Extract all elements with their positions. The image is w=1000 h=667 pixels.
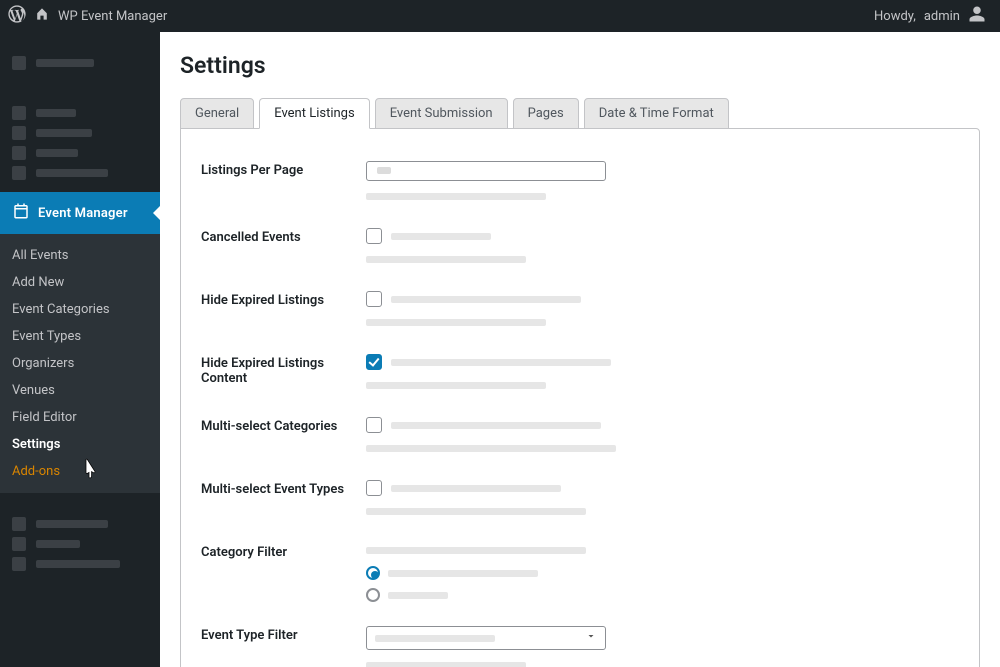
- tab-event-submission[interactable]: Event Submission: [375, 98, 508, 129]
- page-title: Settings: [180, 52, 980, 79]
- ms-categories-checkbox[interactable]: [366, 417, 382, 433]
- cancelled-events-checkbox[interactable]: [366, 228, 382, 244]
- category-filter-radio-1[interactable]: [366, 566, 380, 580]
- home-icon[interactable]: [34, 6, 50, 26]
- submenu-event-categories[interactable]: Event Categories: [0, 296, 160, 323]
- label-event-type-filter: Event Type Filter: [201, 626, 366, 643]
- sidebar-active-label: Event Manager: [38, 206, 128, 221]
- label-listings-per-page: Listings Per Page: [201, 161, 366, 178]
- user-icon: [968, 5, 986, 27]
- settings-panel: Listings Per Page Cancelled Events Hide …: [180, 128, 980, 667]
- howdy-text: Howdy,: [874, 9, 916, 24]
- submenu-event-types[interactable]: Event Types: [0, 323, 160, 350]
- label-ms-categories: Multi-select Categories: [201, 417, 366, 434]
- admin-bar: WP Event Manager Howdy, admin: [0, 0, 1000, 32]
- admin-sidebar: Event Manager All Events Add New Event C…: [0, 32, 160, 667]
- wordpress-icon[interactable]: [8, 5, 26, 27]
- submenu-add-new[interactable]: Add New: [0, 269, 160, 296]
- category-filter-radio-2[interactable]: [366, 588, 380, 602]
- hide-expired-checkbox[interactable]: [366, 291, 382, 307]
- site-title[interactable]: WP Event Manager: [58, 9, 167, 24]
- listings-per-page-input[interactable]: [366, 161, 606, 181]
- tab-datetime[interactable]: Date & Time Format: [584, 98, 729, 129]
- chevron-down-icon: [585, 630, 597, 646]
- sidebar-submenu: All Events Add New Event Categories Even…: [0, 234, 160, 493]
- account-menu[interactable]: Howdy, admin: [874, 5, 992, 27]
- submenu-settings[interactable]: Settings: [0, 431, 160, 458]
- ms-types-checkbox[interactable]: [366, 480, 382, 496]
- settings-tabs: General Event Listings Event Submission …: [180, 97, 980, 128]
- hide-expired-content-checkbox[interactable]: [366, 354, 382, 370]
- tab-general[interactable]: General: [180, 98, 254, 129]
- submenu-organizers[interactable]: Organizers: [0, 350, 160, 377]
- label-ms-types: Multi-select Event Types: [201, 480, 366, 497]
- tab-event-listings[interactable]: Event Listings: [259, 98, 369, 129]
- content-area: Settings General Event Listings Event Su…: [160, 32, 1000, 667]
- submenu-venues[interactable]: Venues: [0, 377, 160, 404]
- submenu-field-editor[interactable]: Field Editor: [0, 404, 160, 431]
- event-type-filter-select[interactable]: [366, 626, 606, 650]
- submenu-all-events[interactable]: All Events: [0, 242, 160, 269]
- label-hide-expired: Hide Expired Listings: [201, 291, 366, 308]
- username-text: admin: [924, 9, 960, 24]
- label-cancelled-events: Cancelled Events: [201, 228, 366, 245]
- label-category-filter: Category Filter: [201, 543, 366, 560]
- tab-pages[interactable]: Pages: [513, 98, 579, 129]
- sidebar-item-event-manager[interactable]: Event Manager: [0, 192, 160, 234]
- label-hide-expired-content: Hide Expired Listings Content: [201, 354, 366, 386]
- calendar-icon: [12, 202, 30, 224]
- submenu-addons[interactable]: Add-ons: [0, 458, 160, 485]
